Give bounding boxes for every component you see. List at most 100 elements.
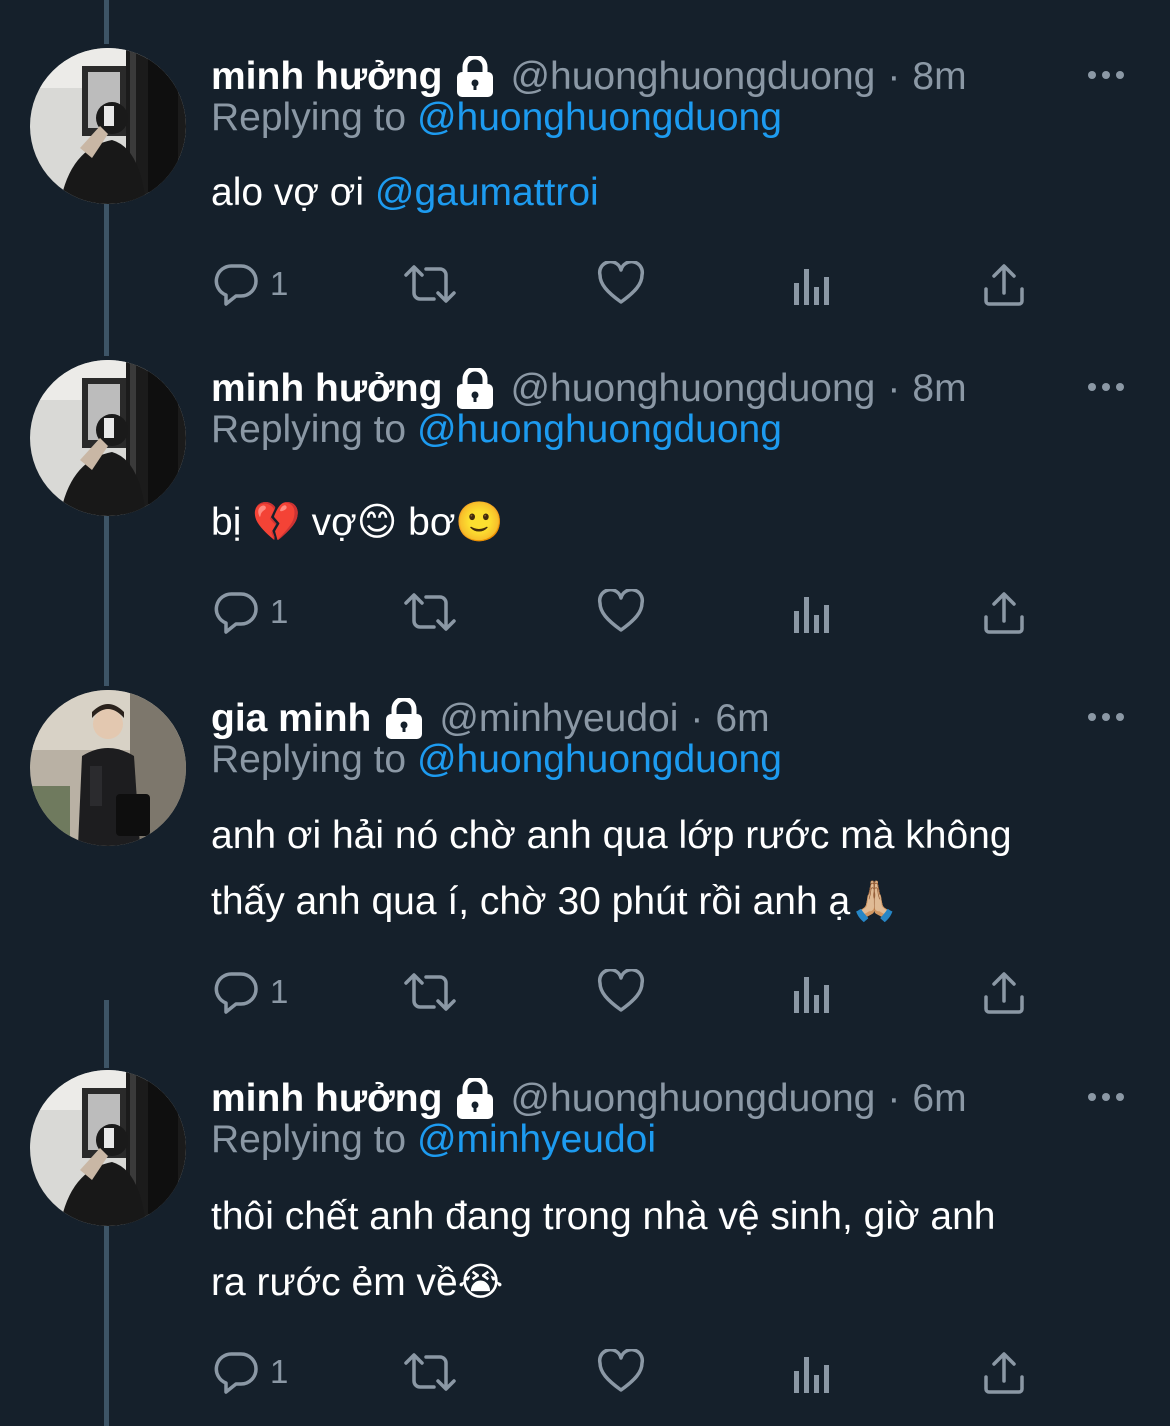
reply-button[interactable]: 1 xyxy=(214,1342,288,1402)
handle[interactable]: @huonghuongduong xyxy=(510,1077,875,1121)
share-button[interactable] xyxy=(982,582,1026,642)
views-button[interactable] xyxy=(792,962,832,1022)
reply-button[interactable]: 1 xyxy=(214,962,288,1022)
avatar[interactable] xyxy=(30,690,186,846)
views-button[interactable] xyxy=(792,582,832,642)
display-name[interactable]: minh hưởng xyxy=(211,1077,442,1121)
tweet-text-line: thôi chết anh đang trong nhà vệ sinh, gi… xyxy=(211,1195,996,1238)
reply-count: 1 xyxy=(270,265,289,302)
tweet-text: thôi chết anh đang trong nhà vệ sinh, gi… xyxy=(211,1184,1131,1316)
share-icon xyxy=(984,1352,1024,1394)
replying-prefix: Replying to xyxy=(211,408,417,451)
replying-to: Replying to @minhyeudoi xyxy=(211,1118,656,1162)
reply-count: 1 xyxy=(270,593,289,630)
tweet-text-content: bị 💔 vợ😊 bơ🙂 xyxy=(211,501,504,544)
share-button[interactable] xyxy=(982,962,1026,1022)
reply-button[interactable]: 1 xyxy=(214,582,288,642)
separator-dot: · xyxy=(887,367,901,410)
reply-count: 1 xyxy=(270,1353,289,1390)
retweet-icon xyxy=(404,1353,456,1391)
avatar[interactable] xyxy=(30,1070,186,1226)
replying-to-mention[interactable]: @huonghuongduong xyxy=(417,96,782,139)
tweet-text: alo vợ ơi @gaumattroi xyxy=(211,160,1131,226)
share-icon xyxy=(984,592,1024,634)
retweet-button[interactable] xyxy=(402,582,458,642)
retweet-button[interactable] xyxy=(402,962,458,1022)
separator-dot: · xyxy=(690,697,704,740)
replying-to-mention[interactable]: @huonghuongduong xyxy=(417,408,782,451)
lock-icon xyxy=(457,56,494,97)
handle[interactable]: @minhyeudoi xyxy=(439,697,678,741)
more-icon[interactable] xyxy=(1086,1090,1126,1104)
replying-to: Replying to @huonghuongduong xyxy=(211,96,782,140)
more-icon[interactable] xyxy=(1086,380,1126,394)
tweet[interactable]: gia minh @minhyeudoi · 6m Replying to @h… xyxy=(0,690,1170,1050)
handle[interactable]: @huonghuongduong xyxy=(510,367,875,411)
tweet-actions: 1 xyxy=(0,254,1170,314)
replying-to: Replying to @huonghuongduong xyxy=(211,738,782,782)
avatar[interactable] xyxy=(30,360,186,516)
display-name[interactable]: minh hưởng xyxy=(211,367,442,411)
handle[interactable]: @huonghuongduong xyxy=(510,55,875,99)
reply-button[interactable]: 1 xyxy=(214,254,288,314)
timestamp[interactable]: 6m xyxy=(715,697,769,741)
separator-dot: · xyxy=(887,55,901,98)
more-icon[interactable] xyxy=(1086,68,1126,82)
tweet-text-content: alo vợ ơi xyxy=(211,171,375,214)
like-button[interactable] xyxy=(597,962,645,1022)
views-icon xyxy=(794,597,829,633)
text-mention[interactable]: @gaumattroi xyxy=(375,171,599,214)
timestamp[interactable]: 6m xyxy=(912,1077,966,1121)
like-icon xyxy=(597,969,645,1012)
tweet[interactable]: minh hưởng @huonghuongduong · 8m Replyin… xyxy=(0,48,1170,348)
tweet-actions: 1 xyxy=(0,962,1170,1022)
share-icon xyxy=(984,972,1024,1014)
share-button[interactable] xyxy=(982,1342,1026,1402)
retweet-button[interactable] xyxy=(402,254,458,314)
tweet-actions: 1 xyxy=(0,1342,1170,1402)
share-icon xyxy=(984,264,1024,306)
retweet-icon xyxy=(404,973,456,1011)
views-icon xyxy=(794,1357,829,1393)
lock-icon xyxy=(457,1078,494,1119)
tweet-actions: 1 xyxy=(0,582,1170,642)
avatar[interactable] xyxy=(30,48,186,204)
tweet-text-line: anh ơi hải nó chờ anh qua lớp rước mà kh… xyxy=(211,814,1012,857)
share-button[interactable] xyxy=(982,254,1026,314)
timestamp[interactable]: 8m xyxy=(912,367,966,411)
replying-to-mention[interactable]: @huonghuongduong xyxy=(417,738,782,781)
like-button[interactable] xyxy=(597,1342,645,1402)
timestamp[interactable]: 8m xyxy=(912,55,966,99)
display-name[interactable]: gia minh xyxy=(211,697,371,741)
like-icon xyxy=(597,589,645,632)
lock-icon xyxy=(457,368,494,409)
separator-dot: · xyxy=(887,1077,901,1120)
retweet-icon xyxy=(404,593,456,631)
like-button[interactable] xyxy=(597,254,645,314)
more-icon[interactable] xyxy=(1086,710,1126,724)
tweet[interactable]: minh hưởng @huonghuongduong · 6m Replyin… xyxy=(0,1070,1170,1426)
reply-count: 1 xyxy=(270,973,289,1010)
reply-icon xyxy=(214,264,258,306)
replying-prefix: Replying to xyxy=(211,738,417,781)
tweet-text-line: thấy anh qua í, chờ 30 phút rồi anh ạ🙏🏼 xyxy=(211,880,899,923)
replying-prefix: Replying to xyxy=(211,96,417,139)
tweet-text: anh ơi hải nó chờ anh qua lớp rước mà kh… xyxy=(211,803,1131,935)
views-button[interactable] xyxy=(792,254,832,314)
tweet[interactable]: minh hưởng @huonghuongduong · 8m Replyin… xyxy=(0,360,1170,670)
like-button[interactable] xyxy=(597,582,645,642)
thread-line xyxy=(104,0,109,44)
tweet-text: bị 💔 vợ😊 bơ🙂 xyxy=(211,490,1131,556)
reply-icon xyxy=(214,1352,258,1394)
reply-icon xyxy=(214,592,258,634)
lock-icon xyxy=(386,698,423,739)
views-icon xyxy=(794,977,829,1013)
replying-prefix: Replying to xyxy=(211,1118,417,1161)
retweet-icon xyxy=(404,265,456,303)
like-icon xyxy=(597,261,645,304)
display-name[interactable]: minh hưởng xyxy=(211,55,442,99)
retweet-button[interactable] xyxy=(402,1342,458,1402)
reply-icon xyxy=(214,972,258,1014)
views-button[interactable] xyxy=(792,1342,832,1402)
replying-to-mention[interactable]: @minhyeudoi xyxy=(417,1118,656,1161)
